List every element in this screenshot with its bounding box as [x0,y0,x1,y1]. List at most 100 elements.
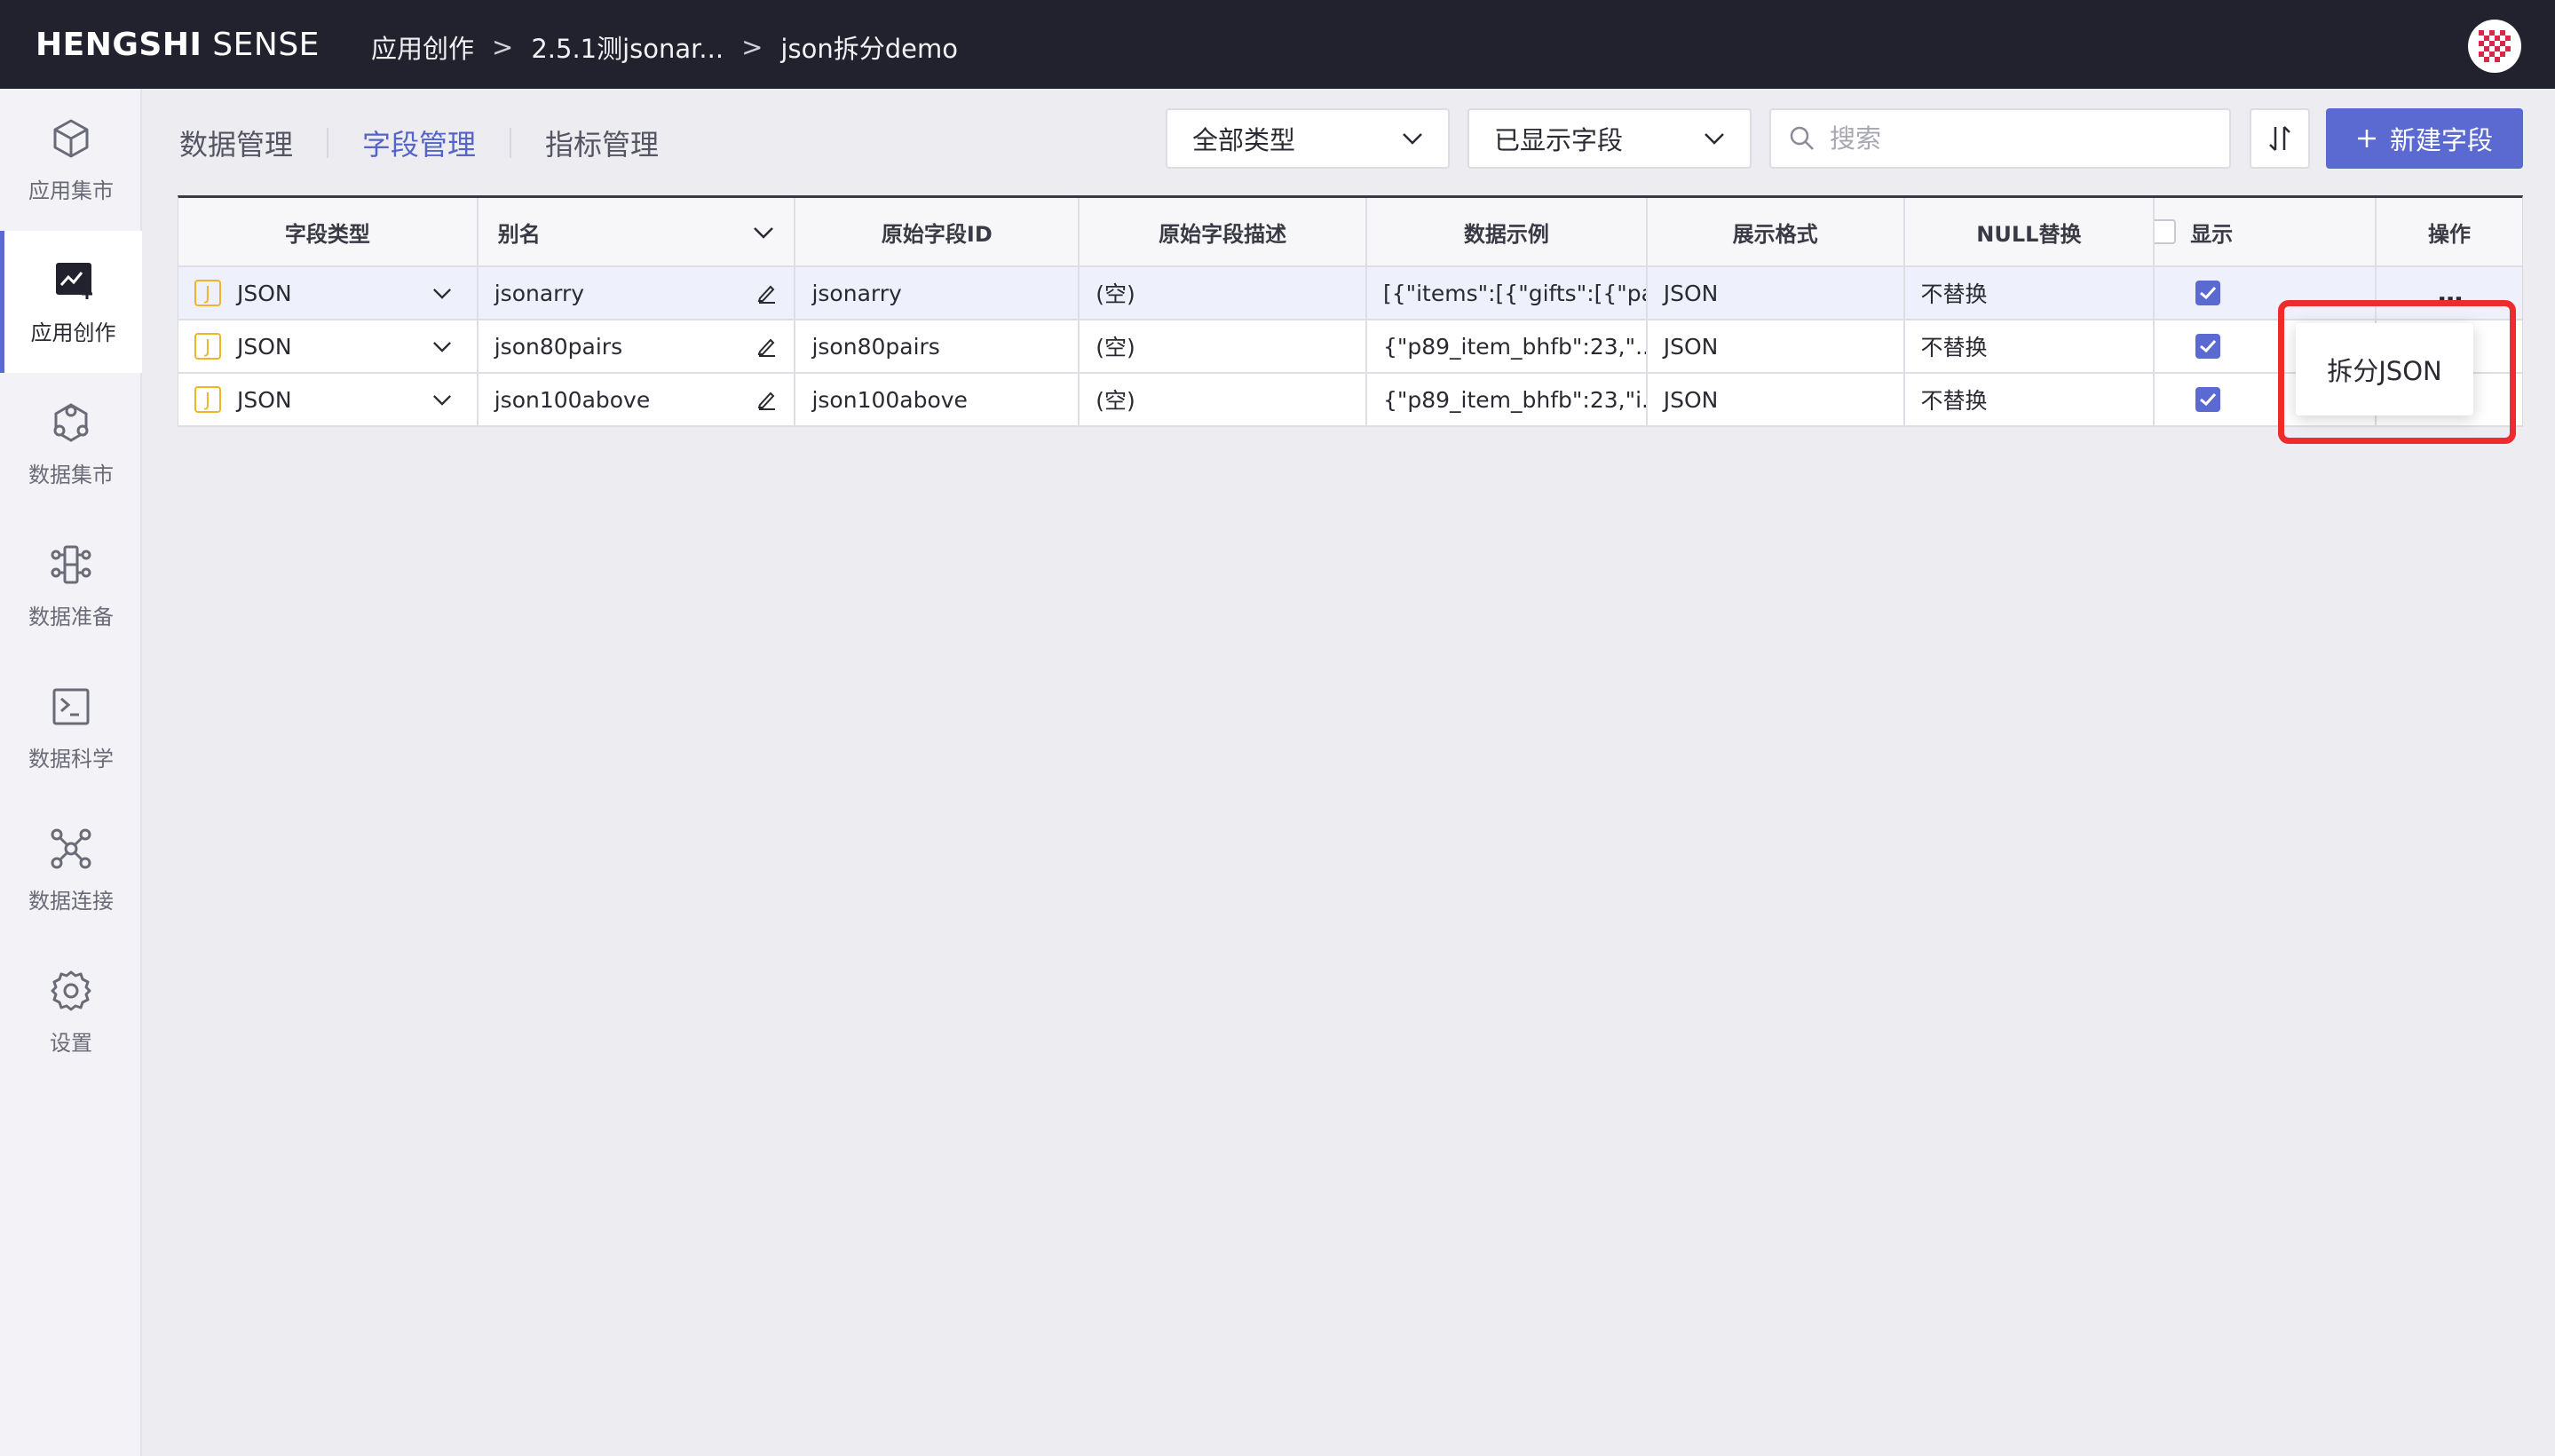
alias-column-header[interactable]: 别名 [479,198,796,265]
sidebar-item-label: 应用创作 [30,320,116,345]
json-type-icon: J [194,333,221,360]
chevron-down-icon[interactable] [432,341,452,352]
top-bar: HENGSHI SENSE 应用创作 > 2.5.1测jsonar... > j… [0,0,2555,89]
edit-pencil-icon[interactable] [756,336,778,357]
avatar[interactable] [2468,20,2521,73]
alias-value: json80pairs [494,333,623,360]
table-row: J JSON json80pairs json80pairs (空) {"p89… [178,320,2522,374]
field-type-value: JSON [237,386,292,413]
sidebar: 应用集市 应用创作 数据集市 数据准备 数据科学 数据连接 设置 [0,89,142,1456]
edit-pencil-icon[interactable] [756,389,778,410]
field-type-cell[interactable]: J JSON [178,320,479,372]
field-type-cell[interactable]: J JSON [178,374,479,425]
new-field-button[interactable]: 新建字段 [2326,108,2523,169]
show-column-header: 显示 [2155,198,2377,265]
json-type-icon: J [194,280,221,306]
chevron-down-icon [1403,133,1422,145]
sidebar-item-settings[interactable]: 设置 [0,941,142,1083]
json-type-icon: J [194,386,221,413]
tab-data-management[interactable]: 数据管理 [179,123,327,163]
table-row: J JSON jsonarry jsonarry (空) [{"items":[… [178,267,2522,320]
split-json-menu-item[interactable]: 拆分JSON [2296,323,2473,415]
search-input[interactable] [1830,123,2203,154]
select-all-checkbox[interactable] [2155,219,2177,244]
check-icon [2200,339,2217,353]
sidebar-item-label: 设置 [50,1030,92,1056]
field-id-cell: json100above [795,374,1080,425]
sidebar-item-app-create[interactable]: 应用创作 [0,231,142,373]
breadcrumb: 应用创作 > 2.5.1测jsonar... > json拆分demo [371,28,958,66]
alias-value: json100above [494,386,651,413]
breadcrumb-item[interactable]: 2.5.1测jsonar... [531,28,724,66]
actions-cell: ... [2377,267,2522,319]
sample-cell: {"p89_item_bhfb":23,"i... [1367,374,1648,425]
show-checkbox[interactable] [2195,281,2221,305]
table-row: J JSON json100above json100above (空) {"p… [178,374,2522,427]
sample-cell: [{"items":[{"gifts":[{"pa... [1367,267,1648,319]
hexagon-nodes-icon [53,402,89,442]
tab-metric-management[interactable]: 指标管理 [511,123,692,163]
cube-icon [53,119,89,157]
table-header-row: 字段类型 别名 原始字段ID 原始字段描述 数据示例 展示格式 NULL替换 显… [178,198,2522,267]
null-replace-cell: 不替换 [1905,320,2156,372]
sidebar-item-label: 数据科学 [28,746,114,772]
column-header: NULL替换 [1905,198,2156,265]
chevron-down-icon [1705,133,1724,145]
sidebar-item-label: 数据准备 [28,604,114,629]
sidebar-item-app-market[interactable]: 应用集市 [0,89,142,231]
check-icon [2200,286,2217,300]
sidebar-item-data-market[interactable]: 数据集市 [0,373,142,515]
column-header: 原始字段ID [795,198,1080,265]
type-filter-select[interactable]: 全部类型 [1166,108,1450,169]
type-filter-value: 全部类型 [1192,125,1296,155]
field-table: 字段类型 别名 原始字段ID 原始字段描述 数据示例 展示格式 NULL替换 显… [178,195,2523,427]
sample-cell: {"p89_item_bhfb":23,"... [1367,320,1648,372]
sidebar-item-label: 数据集市 [28,462,114,487]
sort-icon [2269,126,2290,151]
show-checkbox[interactable] [2195,387,2221,412]
display-filter-value: 已显示字段 [1494,125,1624,155]
show-cell [2155,267,2377,319]
chevron-down-icon[interactable] [432,288,452,299]
breadcrumb-separator: > [492,32,514,62]
brand-logo[interactable]: HENGSHI SENSE [36,27,320,63]
sort-button[interactable] [2250,108,2310,169]
search-icon [1790,126,1814,150]
alias-cell: json100above [479,374,796,425]
breadcrumb-item[interactable]: 应用创作 [371,28,474,66]
alias-cell: jsonarry [479,267,796,319]
null-replace-cell: 不替换 [1905,267,2156,319]
chevron-down-icon[interactable] [432,394,452,406]
show-checkbox[interactable] [2195,334,2221,359]
sidebar-item-data-science[interactable]: 数据科学 [0,657,142,799]
tab-field-management[interactable]: 字段管理 [328,123,510,163]
column-header: 显示 [2190,221,2234,247]
field-type-cell[interactable]: J JSON [178,267,479,319]
column-header: 字段类型 [178,198,479,265]
field-id-cell: jsonarry [795,267,1080,319]
field-id-cell: json80pairs [795,320,1080,372]
field-desc-cell: (空) [1080,267,1367,319]
format-cell: JSON [1648,267,1905,319]
column-header: 操作 [2428,221,2472,247]
sidebar-item-label: 数据连接 [28,888,114,914]
display-filter-select[interactable]: 已显示字段 [1467,108,1752,169]
sidebar-item-data-connect[interactable]: 数据连接 [0,799,142,941]
terminal-icon [52,688,90,724]
field-type-value: JSON [237,280,292,306]
edit-pencil-icon[interactable] [756,282,778,304]
field-desc-cell: (空) [1080,374,1367,425]
breadcrumb-current: json拆分demo [780,34,958,64]
column-header: 展示格式 [1648,198,1905,265]
field-desc-cell: (空) [1080,320,1367,372]
sidebar-item-data-prep[interactable]: 数据准备 [0,515,142,657]
more-actions-icon[interactable]: ... [2437,280,2464,306]
plus-icon [2357,130,2376,147]
format-cell: JSON [1648,374,1905,425]
chevron-down-icon[interactable] [753,226,774,239]
tab-bar: 数据管理 字段管理 指标管理 [179,121,692,165]
column-header: 原始字段描述 [1080,198,1367,265]
alias-value: jsonarry [494,280,585,306]
app-create-icon [55,262,92,299]
search-box [1769,108,2231,169]
